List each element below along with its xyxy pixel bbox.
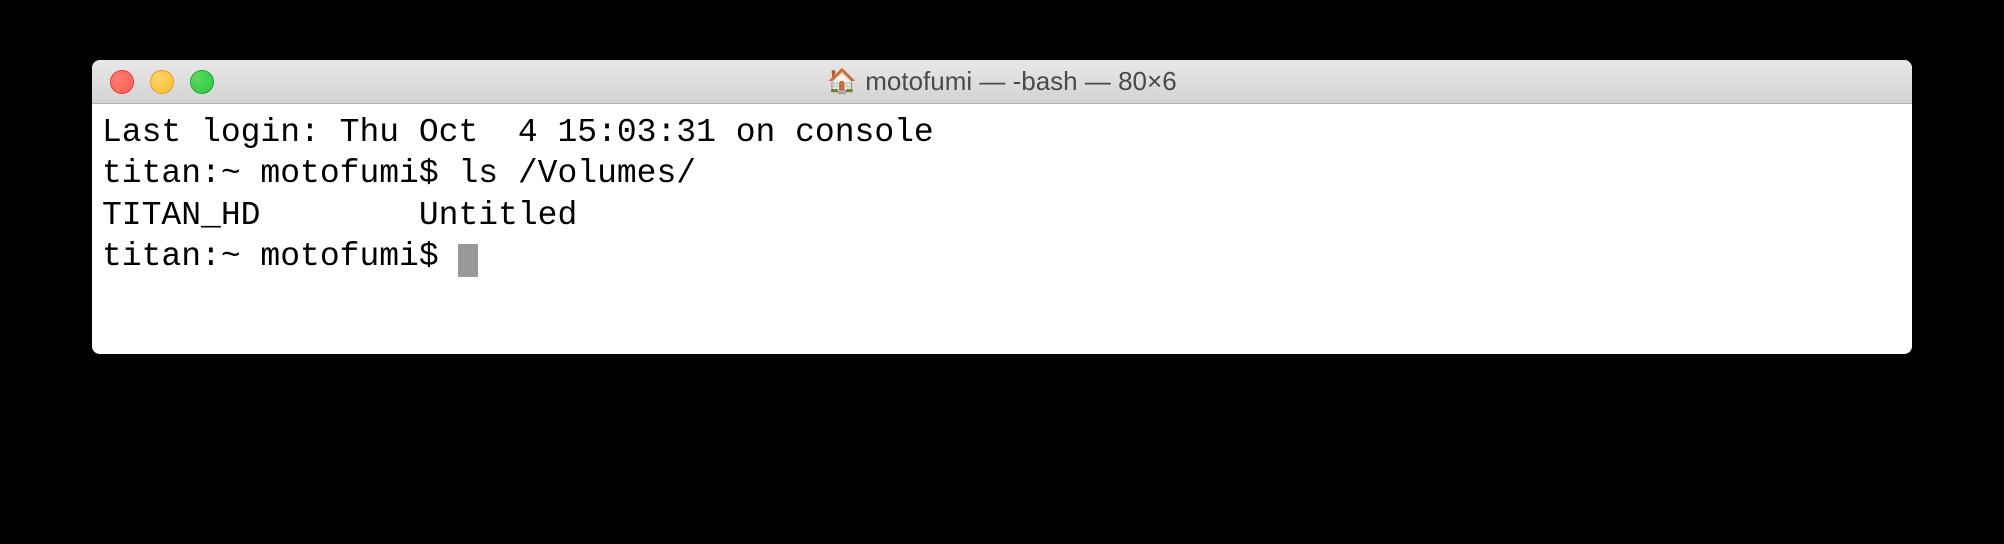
maximize-button[interactable] xyxy=(190,70,214,94)
terminal-content[interactable]: Last login: Thu Oct 4 15:03:31 on consol… xyxy=(92,104,1912,354)
terminal-prompt: titan:~ motofumi$ xyxy=(102,238,458,275)
terminal-line: titan:~ motofumi$ ls /Volumes/ xyxy=(102,155,696,192)
terminal-line: Last login: Thu Oct 4 15:03:31 on consol… xyxy=(102,114,934,151)
traffic-lights xyxy=(92,70,214,94)
window-title-container: 🏠 motofumi — -bash — 80×6 xyxy=(827,66,1176,97)
window-titlebar[interactable]: 🏠 motofumi — -bash — 80×6 xyxy=(92,60,1912,104)
cursor xyxy=(458,244,478,277)
close-button[interactable] xyxy=(110,70,134,94)
terminal-line: TITAN_HD Untitled xyxy=(102,197,577,234)
window-title: motofumi — -bash — 80×6 xyxy=(865,66,1176,97)
terminal-window: 🏠 motofumi — -bash — 80×6 Last login: Th… xyxy=(92,60,1912,354)
home-icon: 🏠 xyxy=(827,67,857,96)
minimize-button[interactable] xyxy=(150,70,174,94)
